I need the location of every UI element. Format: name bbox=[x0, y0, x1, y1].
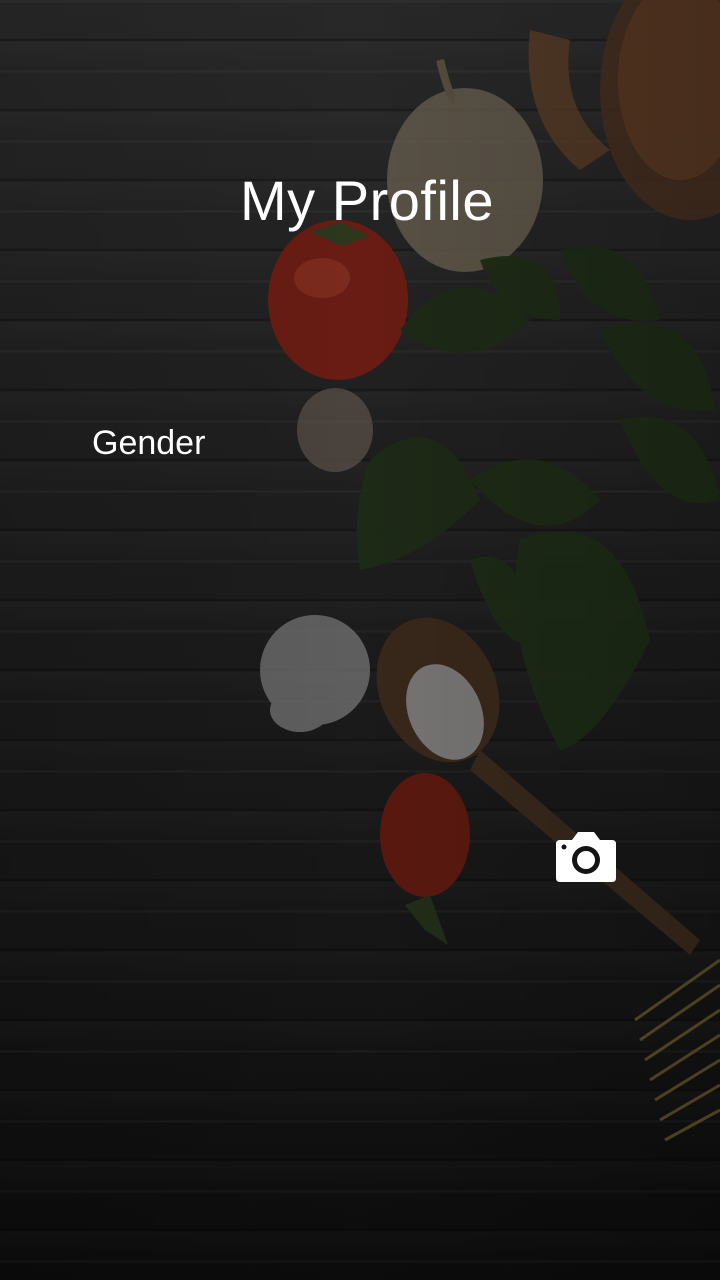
onion-illustration bbox=[387, 59, 543, 272]
pasta-illustration bbox=[634, 958, 720, 1142]
salt-illustration bbox=[260, 615, 370, 732]
tomato-illustration bbox=[268, 220, 408, 380]
page-title: My Profile bbox=[240, 169, 494, 232]
camera-icon bbox=[556, 832, 616, 882]
profile-screen: My Profile Gender bbox=[0, 0, 720, 1280]
gender-label: Gender bbox=[92, 424, 206, 462]
camera-button[interactable] bbox=[552, 828, 620, 886]
cherry-tomato-illustration bbox=[380, 773, 470, 945]
garlic-illustration bbox=[297, 388, 373, 472]
